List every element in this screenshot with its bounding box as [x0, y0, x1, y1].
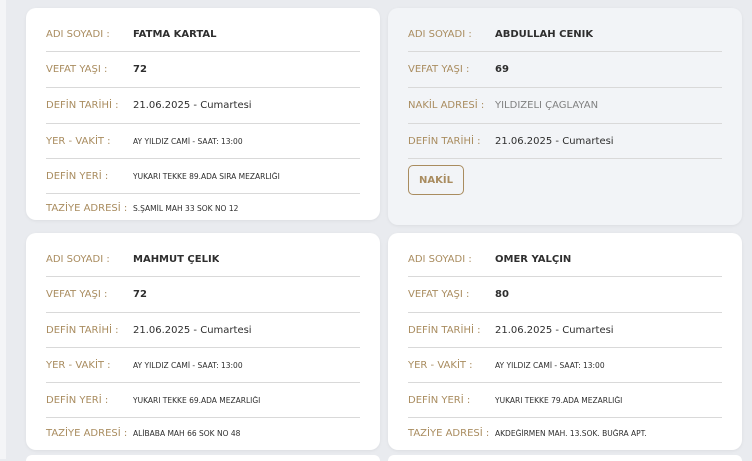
next-card-peek-right [388, 455, 742, 461]
name-label: ADI SOYADI : [46, 29, 110, 40]
burial-date-label: DEFİN TARİHİ : [46, 324, 119, 336]
condolence-value: AKDEĞİRMEN MAH. 13.SOK. BUĞRA APT. [495, 428, 647, 438]
condolence-row: TAZİYE ADRESİ : ALİBABA MAH 66 SOK NO 48 [46, 418, 360, 448]
age-value: 80 [495, 289, 509, 300]
burial-date-row: DEFİN TARİHİ : 21.06.2025 - Cumartesi [408, 313, 722, 348]
burial-place-row: DEFİN YERİ : YUKARI TEKKE 79.ADA MEZARLI… [408, 383, 722, 418]
age-label: VEFAT YAŞI : [46, 64, 108, 75]
burial-place-value: YUKARI TEKKE 79.ADA MEZARLIĞI [495, 395, 623, 405]
name-value: MAHMUT ÇELİK [133, 254, 220, 265]
burial-place-row: DEFİN YERİ : YUKARI TEKKE 89.ADA SIRA ME… [46, 159, 360, 194]
transfer-address-row: NAKİL ADRESİ : YILDIZELİ ÇAĞLAYAN [408, 88, 722, 124]
place-time-row: YER - VAKİT : AY YILDIZ CAMİ - SAAT: 13:… [46, 348, 360, 383]
burial-date-label: DEFİN TARİHİ : [46, 100, 119, 111]
age-row: VEFAT YAŞI : 80 [408, 277, 722, 313]
condolence-value: S.ŞAMİL MAH 33 SOK NO 12 [133, 203, 239, 213]
age-value: 69 [495, 64, 509, 75]
name-label: ADI SOYADI : [408, 254, 472, 265]
age-label: VEFAT YAŞI : [408, 64, 470, 75]
name-row: ADI SOYADI : MAHMUT ÇELİK [46, 243, 360, 277]
burial-date-label: DEFİN TARİHİ : [408, 324, 481, 336]
funeral-card-mahmut-celik: ADI SOYADI : MAHMUT ÇELİK VEFAT YAŞI : 7… [26, 233, 380, 450]
burial-place-label: DEFİN YERİ : [46, 394, 109, 406]
burial-place-row: DEFİN YERİ : YUKARI TEKKE 69.ADA MEZARLI… [46, 383, 360, 418]
funeral-card-abdullah-cenik: ADI SOYADI : ABDULLAH CENİK VEFAT YAŞI :… [388, 8, 742, 225]
funeral-card-omer-yalcin: ADI SOYADI : ÖMER YALÇIN VEFAT YAŞI : 80… [388, 233, 742, 450]
name-value: ÖMER YALÇIN [495, 254, 572, 265]
place-time-value: AY YILDIZ CAMİ - SAAT: 13:00 [133, 360, 243, 370]
place-time-label: YER - VAKİT : [408, 359, 473, 371]
burial-place-label: DEFİN YERİ : [408, 394, 471, 406]
place-time-value: AY YILDIZ CAMİ - SAAT: 13:00 [133, 136, 243, 146]
age-label: VEFAT YAŞI : [408, 289, 470, 300]
name-row: ADI SOYADI : ÖMER YALÇIN [408, 243, 722, 277]
age-row: VEFAT YAŞI : 72 [46, 277, 360, 313]
name-label: ADI SOYADI : [408, 29, 472, 40]
transfer-address-value: YILDIZELİ ÇAĞLAYAN [495, 100, 599, 111]
burial-date-row: DEFİN TARİHİ : 21.06.2025 - Cumartesi [408, 124, 722, 159]
burial-place-label: DEFİN YERİ : [46, 170, 109, 182]
place-time-label: YER - VAKİT : [46, 135, 111, 147]
left-edge [0, 0, 6, 459]
place-time-value: AY YILDIZ CAMİ - SAAT: 13:00 [495, 360, 605, 370]
burial-date-value: 21.06.2025 - Cumartesi [133, 100, 252, 111]
condolence-label: TAZİYE ADRESİ : [46, 202, 128, 214]
condolence-row: TAZİYE ADRESİ : AKDEĞİRMEN MAH. 13.SOK. … [408, 418, 722, 448]
burial-date-value: 21.06.2025 - Cumartesi [495, 135, 614, 147]
name-row: ADI SOYADI : FATMA KARTAL [46, 18, 360, 52]
burial-date-value: 21.06.2025 - Cumartesi [133, 324, 252, 336]
condolence-label: TAZİYE ADRESİ : [46, 427, 128, 439]
name-value: FATMA KARTAL [133, 29, 217, 40]
burial-place-value: YUKARI TEKKE 69.ADA MEZARLIĞI [133, 395, 261, 405]
place-time-row: YER - VAKİT : AY YILDIZ CAMİ - SAAT: 13:… [46, 124, 360, 159]
condolence-value: ALİBABA MAH 66 SOK NO 48 [133, 428, 241, 438]
place-time-label: YER - VAKİT : [46, 359, 111, 371]
name-label: ADI SOYADI : [46, 254, 110, 265]
next-card-peek-left [26, 455, 380, 461]
transfer-button[interactable]: NAKİL [408, 165, 464, 195]
name-row: ADI SOYADI : ABDULLAH CENİK [408, 18, 722, 52]
place-time-row: YER - VAKİT : AY YILDIZ CAMİ - SAAT: 13:… [408, 348, 722, 383]
condolence-label: TAZİYE ADRESİ : [408, 427, 490, 439]
burial-date-value: 21.06.2025 - Cumartesi [495, 324, 614, 336]
condolence-row: TAZİYE ADRESİ : S.ŞAMİL MAH 33 SOK NO 12 [46, 194, 360, 222]
age-row: VEFAT YAŞI : 69 [408, 52, 722, 88]
funeral-card-fatma-kartal: ADI SOYADI : FATMA KARTAL VEFAT YAŞI : 7… [26, 8, 380, 220]
age-label: VEFAT YAŞI : [46, 289, 108, 300]
name-value: ABDULLAH CENİK [495, 29, 594, 40]
age-value: 72 [133, 289, 147, 300]
burial-date-row: DEFİN TARİHİ : 21.06.2025 - Cumartesi [46, 313, 360, 348]
burial-place-value: YUKARI TEKKE 89.ADA SIRA MEZARLIĞI [133, 171, 280, 181]
burial-date-label: DEFİN TARİHİ : [408, 135, 481, 147]
age-value: 72 [133, 64, 147, 75]
transfer-address-label: NAKİL ADRESİ : [408, 100, 485, 111]
burial-date-row: DEFİN TARİHİ : 21.06.2025 - Cumartesi [46, 88, 360, 124]
age-row: VEFAT YAŞI : 72 [46, 52, 360, 88]
